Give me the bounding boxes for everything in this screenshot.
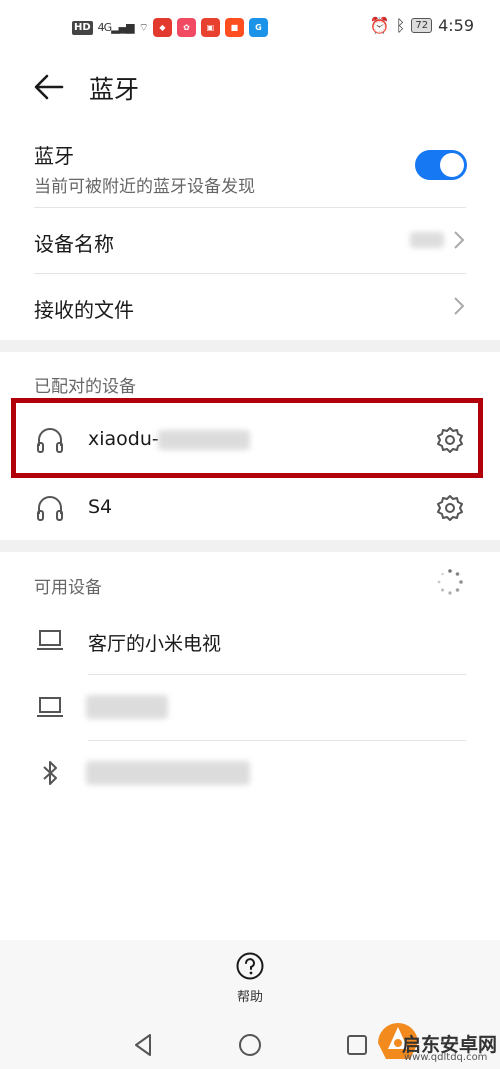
bluetooth-switch[interactable] (415, 150, 467, 180)
arrow-left-icon[interactable] (32, 72, 66, 102)
section-separator (0, 540, 500, 552)
received-files-row[interactable]: 接收的文件 (0, 274, 500, 340)
status-left: HD 4G▂▄▆ ⌔ ◆ ✿ ▣ ■ G (72, 18, 268, 37)
watermark-url: www.qdltdq.com (404, 1052, 488, 1063)
available-device-row[interactable]: 客厅的小米电视 (0, 608, 500, 674)
loading-spinner-icon (437, 569, 463, 595)
app-notification-icon: ◆ (152, 18, 172, 37)
clock: 4:59 (438, 16, 474, 35)
bluetooth-subtitle: 当前可被附近的蓝牙设备发现 (34, 177, 255, 197)
available-device-row[interactable] (0, 741, 500, 807)
laptop-icon (37, 697, 63, 717)
gear-icon[interactable] (436, 494, 464, 522)
help-area[interactable]: 帮助 (0, 940, 500, 1022)
blurred-device-name (86, 695, 168, 719)
paired-section-title: 已配对的设备 (34, 377, 136, 397)
laptop-icon (37, 630, 63, 650)
bluetooth-label: 蓝牙 (34, 144, 74, 168)
bluetooth-icon: ᛒ (395, 16, 406, 35)
switch-knob (440, 153, 464, 177)
status-bar: HD 4G▂▄▆ ⌔ ◆ ✿ ▣ ■ G ⏰ ᛒ 72 4:59 (0, 0, 500, 58)
help-label: 帮助 (236, 990, 263, 1005)
highlight-box (11, 398, 483, 478)
blurred-device-name (86, 761, 250, 785)
available-section-title: 可用设备 (34, 578, 102, 598)
page-header: 蓝牙 (0, 60, 500, 116)
available-device-name: 客厅的小米电视 (88, 633, 222, 655)
device-name-label: 设备名称 (34, 232, 114, 256)
bluetooth-icon (43, 761, 57, 785)
section-separator (0, 340, 500, 352)
available-device-row[interactable] (0, 675, 500, 740)
page-title: 蓝牙 (89, 75, 140, 104)
chevron-right-icon (454, 297, 465, 315)
app-notification-icon: G (248, 18, 268, 37)
blurred-device-name (410, 232, 444, 248)
recents-nav-icon[interactable] (342, 1030, 372, 1060)
app-notification-icon: ✿ (176, 18, 196, 37)
question-icon[interactable] (236, 952, 264, 980)
battery-indicator: 72 (411, 18, 433, 33)
chevron-right-icon (454, 231, 465, 249)
status-right: ⏰ ᛒ 72 4:59 (370, 16, 474, 35)
signal-icon: 4G▂▄▆ (97, 21, 135, 34)
app-notification-icon: ■ (224, 18, 244, 37)
app-notification-icon: ▣ (200, 18, 220, 37)
device-name-row[interactable]: 设备名称 (0, 208, 500, 273)
home-nav-icon[interactable] (235, 1030, 265, 1060)
alarm-icon: ⏰ (369, 16, 390, 35)
wifi-icon: ⌔ (138, 20, 149, 34)
headphones-icon (37, 496, 63, 521)
hd-icon: HD (72, 20, 93, 35)
received-files-label: 接收的文件 (34, 298, 134, 322)
paired-device-row[interactable]: S4 (0, 476, 500, 540)
back-nav-icon[interactable] (128, 1030, 158, 1060)
paired-device-name: S4 (88, 496, 113, 518)
